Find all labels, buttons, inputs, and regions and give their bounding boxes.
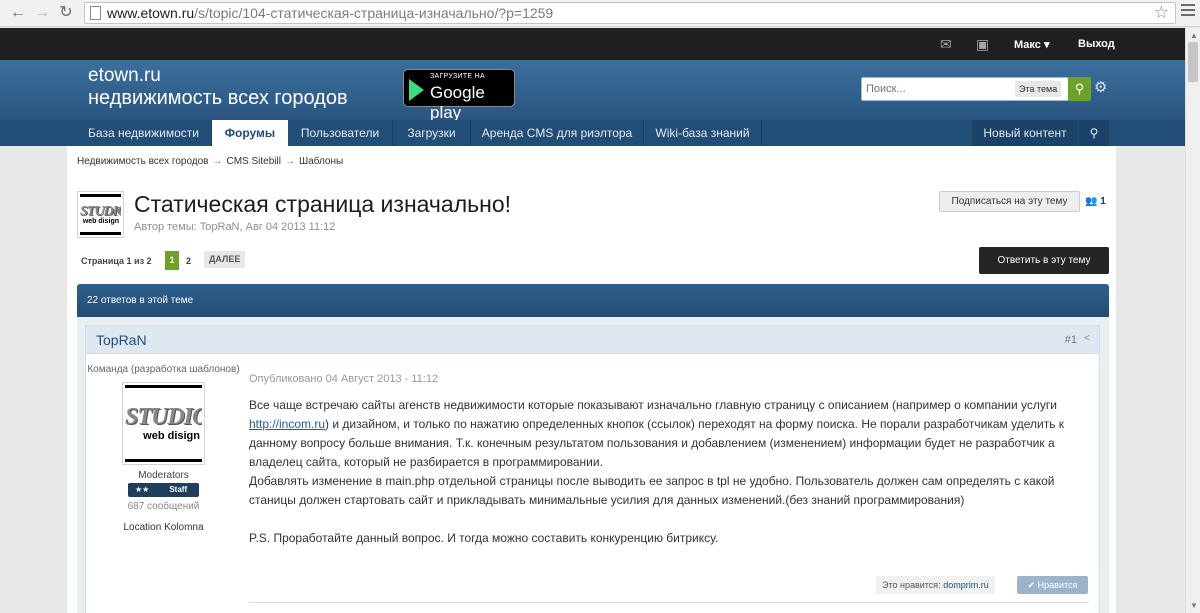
rank-stars-icon: ★★	[135, 485, 150, 494]
author-rank: Moderators	[138, 470, 189, 481]
search-input[interactable]	[862, 78, 1012, 100]
breadcrumb-item[interactable]: CMS Sitebill	[227, 156, 281, 167]
page-current: 1	[165, 251, 179, 270]
search-box: Эта тема	[861, 77, 1069, 101]
page-title: Статическая страница изначально!	[134, 191, 511, 217]
studio-logo: STUDIO web disign	[125, 385, 202, 462]
main-nav: База недвижимости Форумы Пользователи За…	[0, 120, 1185, 146]
post: TopRaN #1 < Команда (разработка шаблонов…	[85, 325, 1100, 613]
author-info: Команда (разработка шаблонов) STUDIO web…	[86, 364, 241, 533]
post-number-link[interactable]: #1	[1065, 334, 1077, 346]
url-path: /s/topic/104-статическая-страница-изнача…	[194, 5, 554, 21]
breadcrumb-item[interactable]: Шаблоны	[299, 156, 343, 167]
nav-item-real-estate[interactable]: База недвижимости	[76, 120, 212, 146]
breadcrumb-item[interactable]: Недвижимость всех городов	[77, 156, 209, 167]
inbox-icon[interactable]: ✉	[940, 36, 952, 53]
nav-item-downloads[interactable]: Загрузки	[393, 120, 471, 146]
site-header: etown.ru недвижимость всех городов ЗАГРУ…	[0, 60, 1185, 122]
post-date: Опубликовано 04 Август 2013 - 11:12	[249, 373, 439, 385]
next-page-button[interactable]: ДАЛЕЕ	[204, 251, 246, 268]
post-author-link[interactable]: TopRaN	[96, 332, 147, 348]
main-content: Недвижимость всех городов → CMS Sitebill → Ш…	[67, 146, 1116, 613]
likes-summary: Это нравится: domprim.ru	[876, 576, 995, 594]
url-text[interactable]: www.etown.ru/s/topic/104-статическая-стр…	[107, 5, 553, 21]
google-play-icon	[409, 79, 424, 101]
site-logo-domain[interactable]: etown.ru	[88, 65, 161, 87]
post-paragraph: Добавлять изменение в main.php отдельной…	[249, 474, 1055, 507]
notifications-icon[interactable]: ▣	[976, 36, 989, 53]
likes-user-link[interactable]: domprim.ru	[943, 580, 989, 590]
address-bar[interactable]: www.etown.ru/s/topic/104-статическая-стр…	[84, 2, 1176, 24]
breadcrumb: Недвижимость всех городов → CMS Sitebill → Ш…	[77, 156, 343, 167]
author-location: Location Kolomna	[123, 522, 204, 533]
author-group: Команда (разработка шаблонов)	[87, 364, 240, 375]
post-header: TopRaN #1 <	[86, 326, 1099, 354]
scroll-down-icon[interactable]: ▼	[1190, 601, 1198, 610]
post-body: Все чаще встречаю сайты агенств недвижим…	[249, 396, 1089, 548]
user-bar: ✉ ▣ Макс ▾ Выход	[0, 28, 1185, 60]
breadcrumb-arrow-icon: →	[212, 156, 223, 167]
follow-topic-button[interactable]: Подписаться на эту тему	[939, 191, 1080, 212]
staff-badge: ★★ Staff	[128, 483, 199, 497]
like-button[interactable]: ✔ Нравится	[1017, 576, 1088, 594]
post-link[interactable]: http://incom.ru	[249, 417, 325, 431]
search-button[interactable]: ⚲	[1068, 77, 1091, 101]
check-icon: ✔	[1027, 580, 1036, 590]
search-scope-selector[interactable]: Эта тема	[1015, 81, 1062, 97]
search-icon: ⚲	[1074, 81, 1085, 96]
page-link-2[interactable]: 2	[186, 256, 191, 266]
nav-item-users[interactable]: Пользователи	[288, 120, 393, 146]
nav-item-wiki[interactable]: Wiki-база знаний	[644, 120, 762, 146]
followers-icon: 👥	[1085, 196, 1098, 207]
forward-icon[interactable]: →	[32, 3, 52, 23]
topic-meta: Автор темы: TopRaN, Авг 04 2013 11:12	[134, 221, 336, 233]
user-name: Макс	[1014, 39, 1041, 51]
google-play-title: Google play	[430, 83, 485, 122]
location-pin-icon[interactable]: ⚲	[1079, 120, 1109, 146]
browser-menu-icon[interactable]	[1181, 4, 1195, 19]
replies-count-header: 22 ответов в этой теме	[77, 284, 1109, 317]
breadcrumb-arrow-icon: →	[284, 156, 295, 167]
avatar[interactable]: STUDIO web disign	[122, 382, 205, 465]
replies-area: TopRaN #1 < Команда (разработка шаблонов…	[77, 317, 1109, 613]
site-logo-tagline[interactable]: недвижимость всех городов	[88, 87, 348, 110]
gear-icon[interactable]: ⚙	[1094, 78, 1107, 96]
back-icon[interactable]: ←	[8, 3, 28, 23]
chevron-down-icon: ▾	[1043, 39, 1050, 51]
scroll-up-icon[interactable]: ▲	[1190, 31, 1198, 40]
pagination-label: Страница 1 из 2	[81, 256, 152, 266]
page-icon	[90, 6, 101, 20]
reply-button[interactable]: Ответить в эту тему	[979, 247, 1109, 274]
post-divider	[249, 602, 1089, 603]
google-play-badge[interactable]: ЗАГРУЗИТЕ НА Google play	[403, 69, 515, 122]
bookmark-star-icon[interactable]: ☆	[1154, 3, 1169, 23]
topic-author-avatar[interactable]: STUDIO web disign	[77, 191, 124, 238]
new-content-link[interactable]: Новый контент	[972, 120, 1078, 146]
post-paragraph: P.S. Проработайте данный вопрос. И тогда…	[249, 531, 719, 545]
page-scrollbar[interactable]: ▲ ▼	[1185, 28, 1200, 613]
logout-link[interactable]: Выход	[1078, 38, 1115, 50]
share-icon[interactable]: <	[1084, 333, 1090, 344]
nav-item-cms-rent[interactable]: Аренда CMS для риэлтора	[471, 120, 644, 146]
author-post-count: 687 сообщений	[127, 501, 200, 512]
post-paragraph: Все чаще встречаю сайты агенств недвижим…	[249, 398, 1065, 469]
user-menu[interactable]: Макс ▾	[1014, 38, 1050, 51]
browser-toolbar: ← → ↻ www.etown.ru/s/topic/104-статическ…	[0, 0, 1200, 27]
url-host: www.etown.ru	[107, 5, 195, 21]
studio-logo: STUDIO web disign	[80, 194, 121, 235]
reload-icon[interactable]: ↻	[56, 3, 76, 23]
nav-item-forums[interactable]: Форумы	[212, 120, 288, 146]
google-play-caption: ЗАГРУЗИТЕ НА	[430, 73, 485, 80]
followers-count[interactable]: 👥 1	[1085, 196, 1106, 207]
scroll-thumb[interactable]	[1188, 42, 1198, 82]
